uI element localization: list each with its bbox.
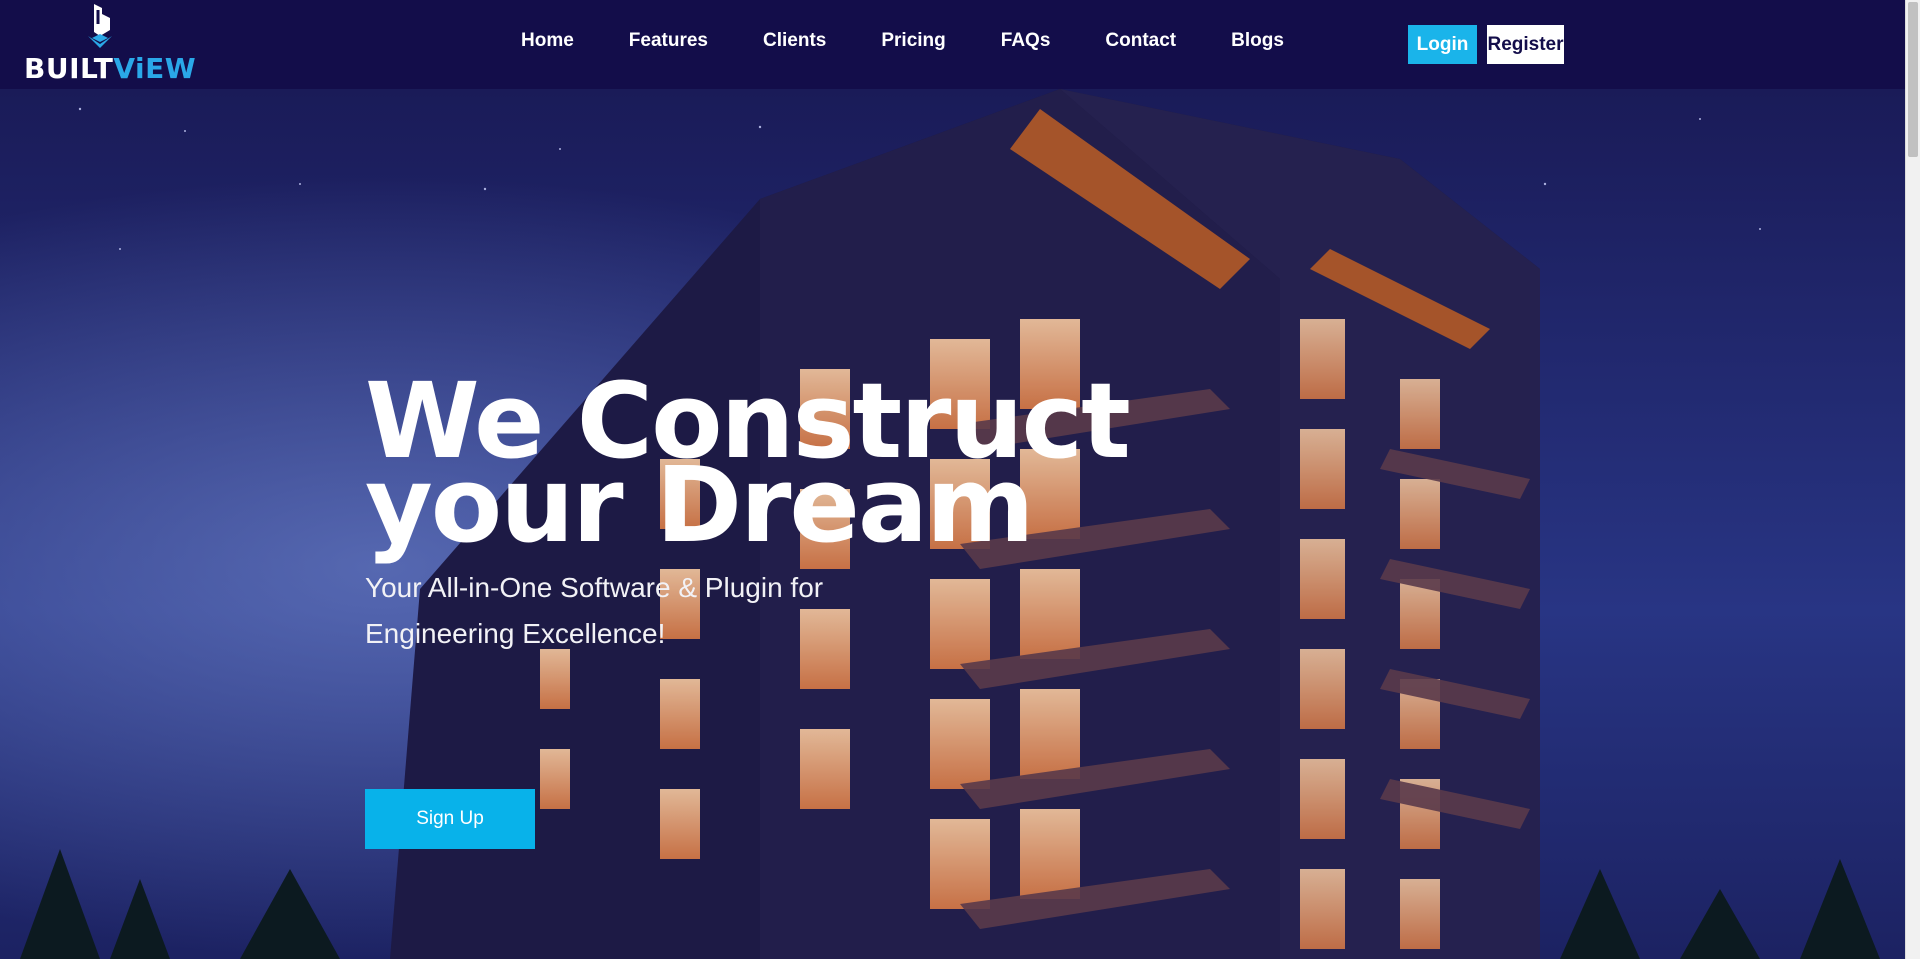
brand-wordmark: BUILTViEW xyxy=(24,52,196,85)
nav-blogs[interactable]: Blogs xyxy=(1231,30,1284,52)
hero-content: We Construct your Dream Your All-in-One S… xyxy=(365,369,1131,849)
hero-subtitle: Your All-in-One Software & Plugin for En… xyxy=(365,572,824,649)
nav-faqs[interactable]: FAQs xyxy=(1001,30,1051,52)
hero-title: We Construct your Dream xyxy=(365,369,1131,557)
brand-name-part2: ViEW xyxy=(113,52,197,85)
signup-button[interactable]: Sign Up xyxy=(365,789,535,849)
brand-logo[interactable]: BUILTViEW xyxy=(22,0,196,86)
building-logo-icon xyxy=(88,4,112,48)
nav-pricing[interactable]: Pricing xyxy=(881,30,945,52)
nav-features[interactable]: Features xyxy=(629,30,708,52)
login-button[interactable]: Login xyxy=(1408,25,1477,64)
nav-clients[interactable]: Clients xyxy=(763,30,826,52)
hero-title-line2: your Dream xyxy=(365,444,1034,566)
brand-name-part1: BUILT xyxy=(24,52,114,85)
main-nav: Home Features Clients Pricing FAQs Conta… xyxy=(521,30,1284,52)
nav-home[interactable]: Home xyxy=(521,30,574,52)
register-button[interactable]: Register xyxy=(1487,25,1564,64)
scrollbar-thumb[interactable] xyxy=(1908,2,1918,157)
hero-section: We Construct your Dream Your All-in-One S… xyxy=(0,89,1905,959)
page-scrollbar[interactable] xyxy=(1905,0,1920,959)
nav-contact[interactable]: Contact xyxy=(1105,30,1176,52)
top-navbar: BUILTViEW Home Features Clients Pricing … xyxy=(0,0,1905,89)
